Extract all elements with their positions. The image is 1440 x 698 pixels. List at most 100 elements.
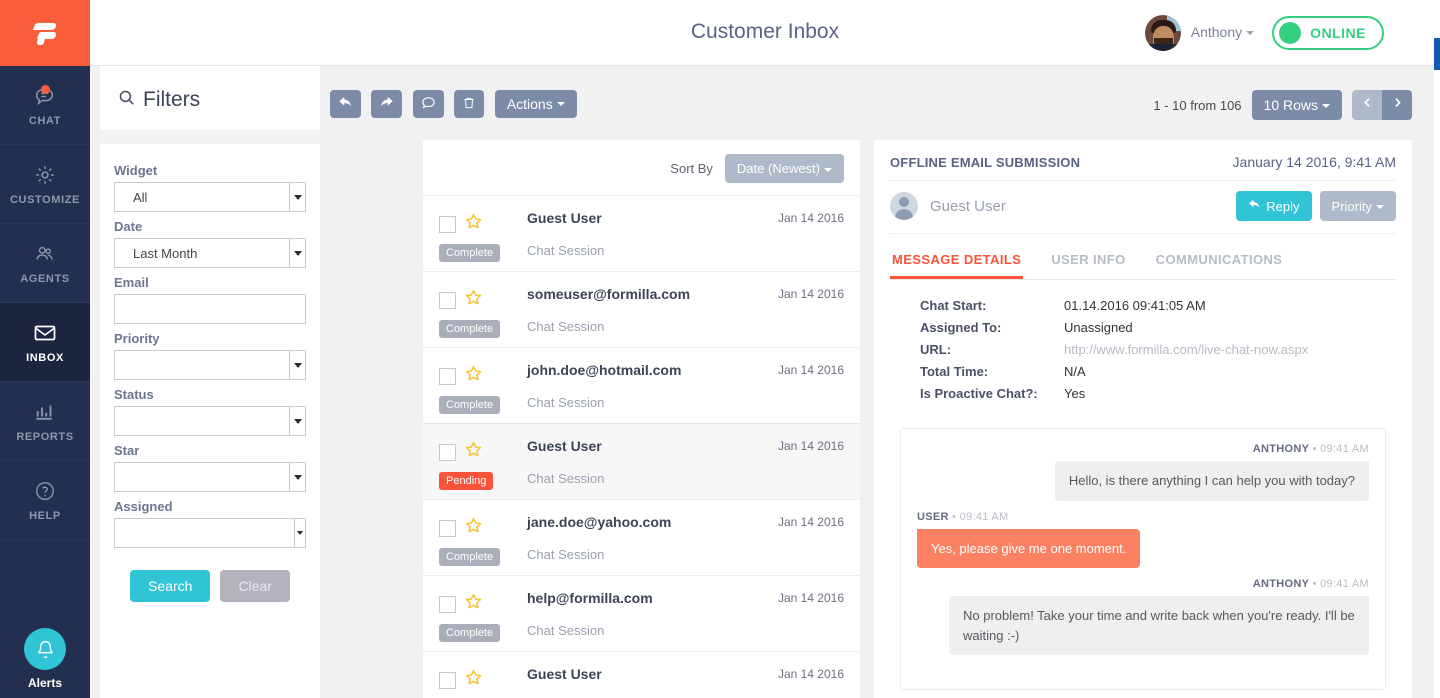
clear-button[interactable]: Clear bbox=[220, 570, 290, 602]
avatar[interactable] bbox=[1144, 15, 1181, 51]
filter-label-star: Star bbox=[114, 443, 140, 458]
chat-bubble: No problem! Take your time and write bac… bbox=[949, 596, 1369, 655]
list-item[interactable]: Pending Guest User Chat Session Jan 14 2016 bbox=[423, 423, 860, 499]
list-item-date: Jan 14 2016 bbox=[777, 591, 844, 605]
delete-button[interactable] bbox=[454, 90, 485, 118]
filter-select-date[interactable]: Last Month bbox=[114, 238, 306, 268]
caret-down-icon[interactable] bbox=[294, 519, 305, 547]
filter-select-status[interactable] bbox=[114, 406, 306, 436]
sidebar-item-reports[interactable]: REPORTS bbox=[0, 382, 90, 461]
status-badge[interactable]: ONLINE bbox=[1272, 16, 1384, 50]
bell-icon bbox=[24, 628, 66, 670]
reply-button[interactable] bbox=[330, 90, 361, 118]
meta-value: N/A bbox=[1064, 364, 1086, 379]
tab-communications[interactable]: COMMUNICATIONS bbox=[1154, 244, 1285, 279]
caret-down-icon[interactable] bbox=[289, 351, 305, 379]
alerts-button[interactable]: Alerts bbox=[0, 628, 90, 690]
tab-message-details[interactable]: MESSAGE DETAILS bbox=[890, 244, 1024, 279]
meta-value[interactable]: http://www.formilla.com/live-chat-now.as… bbox=[1064, 342, 1308, 357]
caret-down-icon[interactable] bbox=[289, 463, 305, 491]
list-item-subtitle: Chat Session bbox=[527, 547, 605, 562]
row-checkbox[interactable] bbox=[439, 291, 456, 309]
reply-label: Reply bbox=[1266, 198, 1300, 214]
actions-button[interactable]: Actions bbox=[494, 90, 577, 118]
list-item-subtitle: Chat Session bbox=[527, 243, 605, 258]
status-badge: Complete bbox=[439, 548, 501, 566]
next-page-button[interactable] bbox=[1382, 90, 1412, 120]
filter-select-priority[interactable] bbox=[114, 350, 306, 380]
app-logo[interactable] bbox=[0, 0, 90, 66]
filters-fields: Widget All Date Last Month Email Priority Stat… bbox=[100, 144, 320, 548]
chat-message-time: • 09:41 AM bbox=[948, 510, 1009, 523]
notification-dot-icon bbox=[41, 85, 50, 94]
filter-select-assigned[interactable] bbox=[114, 518, 306, 548]
star-outline-icon[interactable] bbox=[464, 440, 483, 464]
detail-header: OFFLINE EMAIL SUBMISSION January 14 2016… bbox=[890, 140, 1396, 181]
caret-down-icon[interactable] bbox=[289, 407, 305, 435]
sidebar-item-customize[interactable]: CUSTOMIZE bbox=[0, 145, 90, 224]
row-checkbox[interactable] bbox=[439, 443, 456, 461]
sidebar-item-agents[interactable]: AGENTS bbox=[0, 224, 90, 303]
row-checkbox[interactable] bbox=[439, 519, 456, 537]
page-scrollbar-track[interactable] bbox=[1434, 0, 1440, 698]
list-item[interactable]: Complete john.doe@hotmail.com Chat Session… bbox=[423, 347, 860, 423]
page-scrollbar-thumb[interactable] bbox=[1434, 38, 1440, 70]
chevron-right-icon bbox=[1391, 96, 1404, 114]
list-item-date: Jan 14 2016 bbox=[777, 287, 844, 301]
meta-key: Chat Start: bbox=[920, 298, 987, 313]
detail-date-label: January 14 2016, 9:41 AM bbox=[1232, 154, 1396, 170]
star-outline-icon[interactable] bbox=[464, 288, 483, 312]
list-item[interactable]: Complete help@formilla.com Chat Session Jan… bbox=[423, 575, 860, 651]
list-item[interactable]: CompleteGuest UserChat SessionJan 14 201… bbox=[423, 651, 860, 698]
filters-panel: Filters Widget All Date Last Month Email Prio… bbox=[100, 66, 320, 698]
forward-button[interactable] bbox=[371, 90, 403, 118]
caret-down-icon bbox=[1322, 104, 1330, 109]
list-item[interactable]: Complete jane.doe@yahoo.com Chat Session Ja… bbox=[423, 499, 860, 575]
caret-down-icon[interactable] bbox=[289, 183, 305, 211]
tab-user-info[interactable]: USER INFO bbox=[1049, 244, 1127, 279]
detail-user-row: Guest User Reply Priority bbox=[890, 181, 1396, 234]
row-checkbox[interactable] bbox=[439, 215, 456, 233]
prev-page-button[interactable] bbox=[1352, 90, 1382, 120]
list-item-date: Jan 14 2016 bbox=[777, 667, 844, 681]
question-circle-icon bbox=[34, 478, 56, 504]
rows-per-page-button[interactable]: 10 Rows bbox=[1251, 90, 1342, 120]
search-icon bbox=[118, 88, 135, 112]
alerts-label: Alerts bbox=[27, 676, 62, 690]
user-menu-button[interactable]: Anthony bbox=[1191, 24, 1255, 42]
chat-message-author: USER bbox=[917, 510, 949, 523]
filter-input-email[interactable] bbox=[114, 294, 306, 324]
comment-button[interactable] bbox=[412, 90, 444, 118]
list-item[interactable]: Complete someuser@formilla.com Chat Sessio… bbox=[423, 271, 860, 347]
sidebar-item-chat[interactable]: CHAT bbox=[0, 66, 90, 145]
star-outline-icon[interactable] bbox=[464, 212, 483, 236]
priority-button[interactable]: Priority bbox=[1319, 191, 1396, 221]
sort-by-button[interactable]: Date (Newest) bbox=[724, 154, 844, 183]
filters-divider bbox=[100, 130, 320, 144]
list-item-date: Jan 14 2016 bbox=[777, 439, 844, 453]
status-badge: Pending bbox=[439, 472, 494, 490]
star-outline-icon[interactable] bbox=[464, 516, 483, 540]
meta-key: URL: bbox=[920, 342, 952, 357]
meta-key: Assigned To: bbox=[920, 320, 1002, 335]
chat-message: USER • 09:41 AM Yes, please give me one m… bbox=[917, 510, 1369, 568]
star-outline-icon[interactable] bbox=[464, 668, 483, 692]
user-avatar-icon bbox=[890, 192, 918, 220]
sort-value-label: Date (Newest) bbox=[736, 161, 820, 176]
filter-select-widget[interactable]: All bbox=[114, 182, 306, 212]
search-button[interactable]: Search bbox=[130, 570, 211, 602]
row-checkbox[interactable] bbox=[439, 595, 456, 613]
row-checkbox[interactable] bbox=[439, 367, 456, 385]
reply-button-detail[interactable]: Reply bbox=[1236, 191, 1312, 221]
chat-bubble: Hello, is there anything I can help you … bbox=[1054, 461, 1369, 501]
sidebar-item-help[interactable]: HELP bbox=[0, 461, 90, 540]
star-outline-icon[interactable] bbox=[464, 592, 483, 616]
meta-row: Is Proactive Chat?: Yes bbox=[920, 386, 1396, 401]
list-item[interactable]: CompleteGuest UserChat SessionJan 14 201… bbox=[423, 195, 860, 271]
caret-down-icon[interactable] bbox=[289, 239, 305, 267]
star-outline-icon[interactable] bbox=[464, 364, 483, 388]
sidebar-item-inbox[interactable]: INBOX bbox=[0, 303, 90, 382]
chat-message: ANTHONY • 09:41 AM Hello, is there anythi… bbox=[917, 443, 1369, 501]
row-checkbox[interactable] bbox=[439, 671, 456, 689]
filter-select-star[interactable] bbox=[114, 462, 306, 492]
